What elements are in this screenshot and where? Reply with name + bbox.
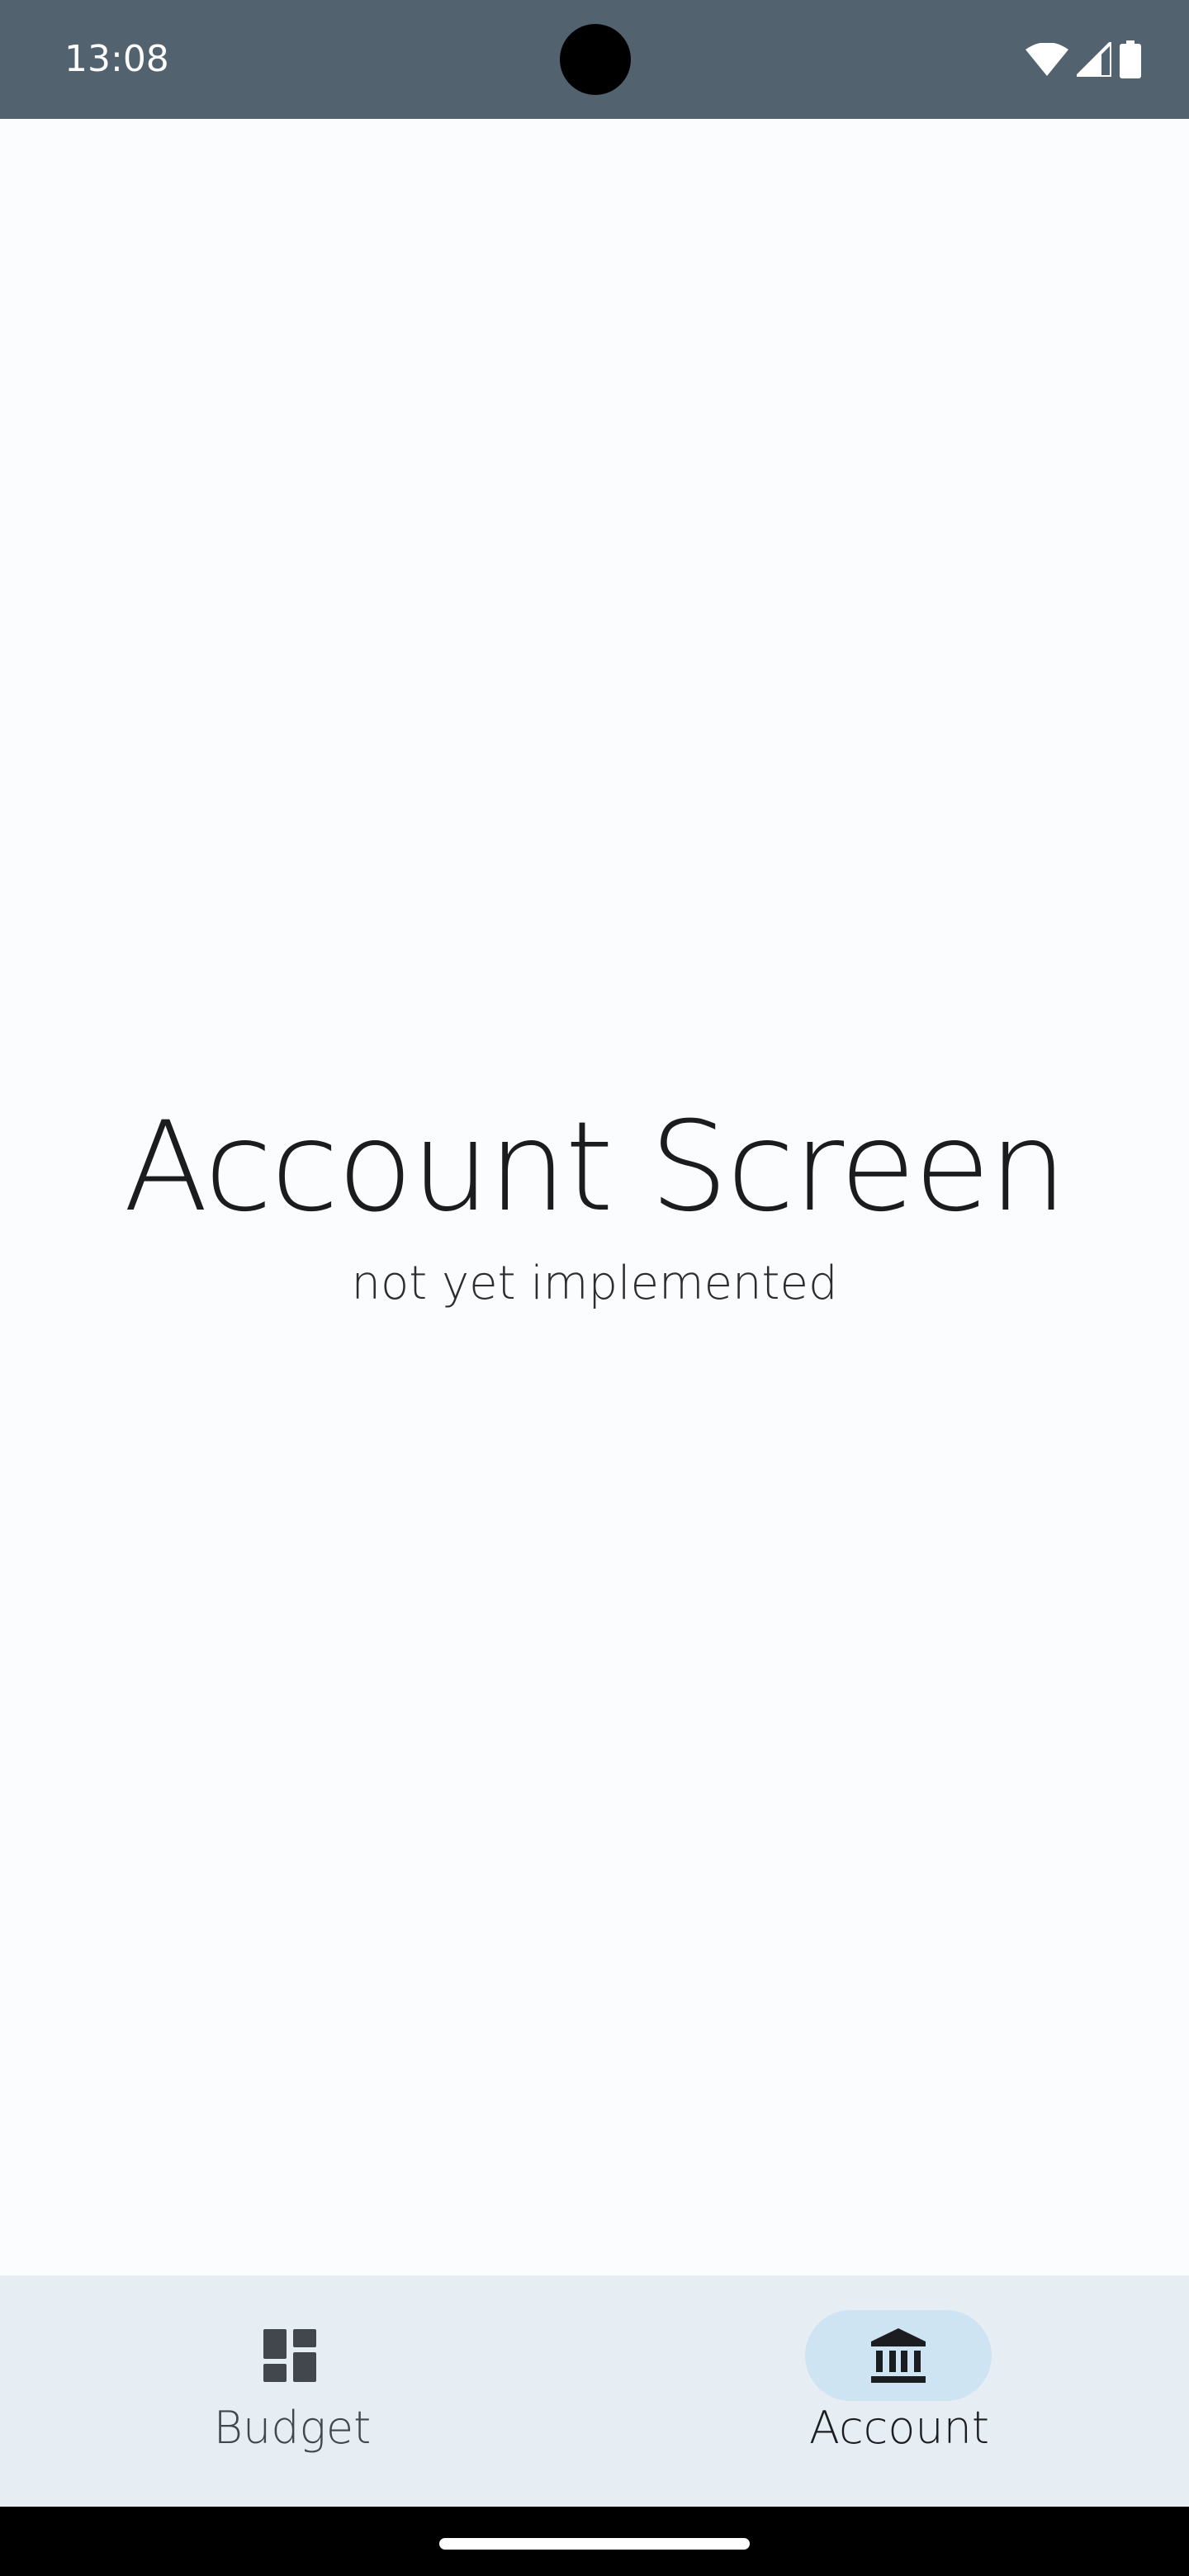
app-screen: 13:08 Account Screen not yet implemented — [0, 0, 1189, 2576]
dashboard-icon — [263, 2329, 316, 2382]
nav-label-budget: Budget — [213, 2402, 372, 2454]
home-gesture-handle[interactable] — [439, 2538, 750, 2550]
cell-signal-icon — [1077, 42, 1111, 77]
nav-label-account: Account — [808, 2402, 990, 2454]
camera-cutout — [560, 24, 631, 95]
status-time: 13:08 — [64, 38, 169, 80]
nav-item-account[interactable]: Account — [594, 2275, 1189, 2507]
battery-icon — [1120, 40, 1141, 78]
status-icons — [1026, 36, 1141, 83]
bank-icon — [871, 2328, 926, 2383]
wifi-icon — [1026, 43, 1068, 76]
main-content: Account Screen not yet implemented — [0, 119, 1189, 2275]
status-bar: 13:08 — [0, 0, 1189, 119]
nav-item-budget[interactable]: Budget — [0, 2275, 594, 2507]
bottom-navigation-bar: Budget Account — [0, 2275, 1189, 2507]
page-subtitle: not yet implemented — [351, 1257, 838, 1310]
gesture-navigation-area — [0, 2507, 1189, 2576]
page-title: Account Screen — [123, 1096, 1067, 1239]
